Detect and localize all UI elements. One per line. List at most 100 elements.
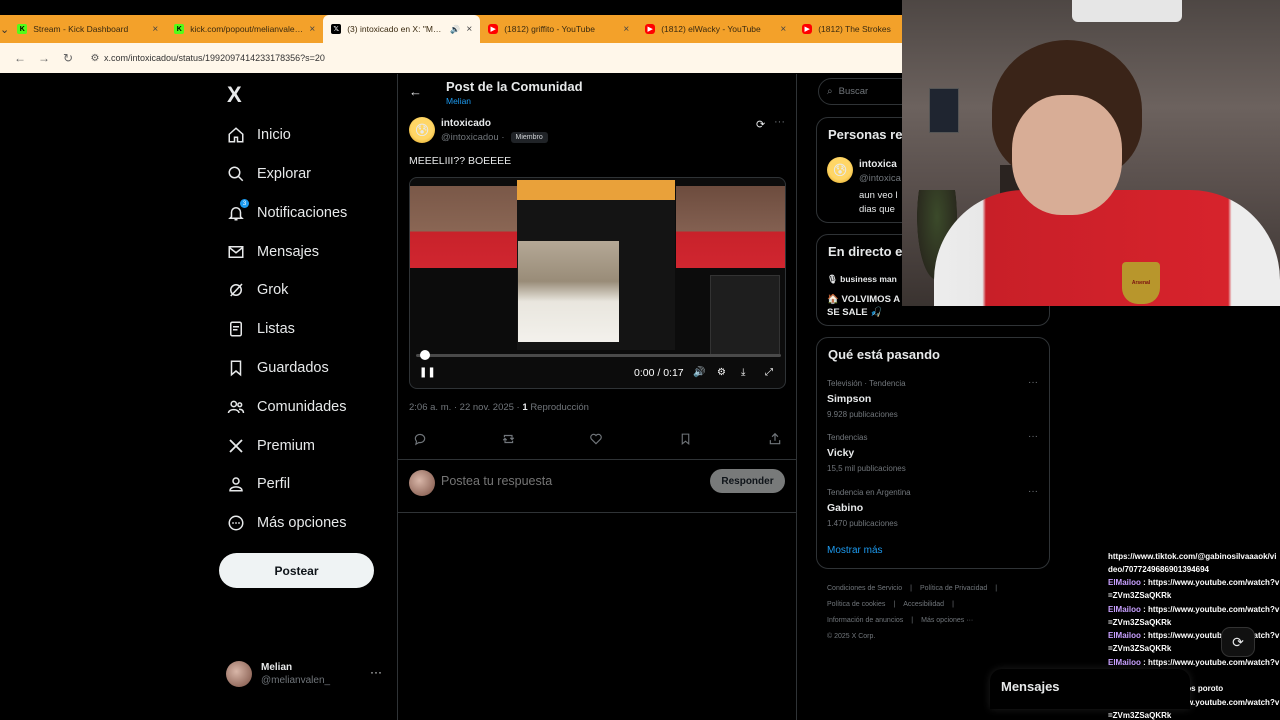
avatar[interactable]: 😰	[409, 117, 435, 143]
yt-favicon-icon: ▶	[488, 24, 499, 34]
main-column: ← Post de la Comunidad Melian 😰 intoxica…	[397, 74, 797, 720]
nav-item-bookmarks[interactable]: Guardados	[227, 355, 329, 381]
nav-item-premium[interactable]: Premium	[227, 433, 315, 459]
forward-arrow-icon[interactable]: →	[32, 51, 56, 65]
heart-icon[interactable]	[589, 432, 603, 446]
grok-floating-icon[interactable]: ⟳	[1221, 627, 1255, 657]
post-actions	[409, 432, 786, 450]
video-scrubber-handle[interactable]	[420, 350, 430, 360]
download-icon[interactable]: ⤓	[741, 367, 745, 378]
live-host[interactable]: 🎙 business man	[827, 274, 897, 285]
arsenal-crest-icon: Arsenal	[1122, 262, 1160, 304]
grok-icon[interactable]: ⟳	[756, 118, 765, 131]
post-button[interactable]: Postear	[219, 553, 374, 588]
back-arrow-icon[interactable]: ←	[8, 51, 32, 65]
yt-favicon-icon: ▶	[645, 24, 656, 34]
reply-icon[interactable]	[413, 432, 427, 446]
avatar[interactable]: 😰	[827, 157, 853, 183]
more-dots-icon[interactable]: ···	[370, 665, 382, 679]
trend-name: Simpson	[827, 393, 872, 405]
footer-link[interactable]: Condiciones de Servicio	[827, 585, 902, 592]
nav-item-more[interactable]: Más opciones	[227, 510, 346, 536]
speaker-icon[interactable]: 🔊	[450, 25, 460, 34]
footer-link[interactable]: Política de cookies	[827, 601, 885, 608]
account-switcher[interactable]: Melian @melianvalen_ ···	[226, 659, 386, 689]
nav-label: Más opciones	[257, 515, 347, 531]
close-icon[interactable]: ×	[152, 24, 158, 35]
video-frame-cam-center	[518, 241, 619, 342]
author-handle[interactable]: @intoxicadou ·	[441, 132, 505, 143]
browser-tab[interactable]: K Stream - Kick Dashboard ×	[9, 15, 166, 43]
tab-title: (1812) griffito - YouTube	[504, 24, 595, 34]
webcam-face	[1012, 95, 1122, 215]
reload-icon[interactable]: ↻	[56, 51, 80, 65]
footer-link[interactable]: Accesibilidad	[903, 601, 944, 608]
trend-name: Vicky	[827, 447, 855, 459]
footer-link[interactable]: Información de anuncios	[827, 617, 903, 624]
more-dots-icon[interactable]: ···	[774, 116, 785, 128]
nav-item-profile[interactable]: Perfil	[227, 471, 290, 497]
close-icon[interactable]: ×	[466, 24, 472, 35]
back-arrow-icon[interactable]: ←	[409, 84, 422, 99]
post-text: MEEELIII?? BOEEEE	[409, 155, 512, 167]
url-field[interactable]: ⚙ x.com/intoxicadou/status/1992097414233…	[86, 47, 896, 69]
video-frame-browser	[517, 180, 675, 200]
footer-link[interactable]: Política de Privacidad	[920, 585, 987, 592]
video-scrubber[interactable]	[416, 354, 781, 357]
nav-item-home[interactable]: Inicio	[227, 122, 291, 148]
yt-favicon-icon: ▶	[802, 24, 813, 34]
tab-title: kick.com/popout/melianvalen/c	[190, 24, 304, 34]
reply-input[interactable]	[441, 471, 691, 491]
related-name[interactable]: intoxica	[859, 159, 897, 170]
nav-item-notifications[interactable]: 3 Notificaciones	[227, 199, 347, 226]
close-icon[interactable]: ×	[780, 24, 786, 35]
site-settings-icon[interactable]: ⚙	[86, 53, 104, 64]
show-more-link[interactable]: Mostrar más	[827, 545, 883, 556]
webcam-air-conditioner	[1072, 0, 1182, 22]
gear-icon[interactable]: ⚙	[717, 367, 726, 378]
video-frame-window	[710, 275, 780, 355]
nav-item-messages[interactable]: Mensajes	[227, 239, 319, 265]
more-dots-icon[interactable]: ···	[1028, 486, 1038, 497]
browser-tab[interactable]: ▶ (1812) griffito - YouTube ×	[480, 15, 637, 43]
post-timestamp[interactable]: 2:06 a. m. · 22 nov. 2025 ·	[409, 402, 520, 413]
pause-icon[interactable]: ❚❚	[419, 367, 436, 378]
nav-label: Perfil	[257, 476, 291, 492]
fullscreen-icon[interactable]: ⤢	[765, 367, 773, 378]
search-icon: ⌕	[827, 86, 833, 97]
reply-button[interactable]: Responder	[710, 469, 785, 493]
browser-tab[interactable]: 𝕏 (3) intoxicado en X: "MEEE 🔊 ×	[323, 15, 481, 43]
video-player[interactable]: ❚❚ 0:00 / 0:17 🔊 ⚙ ⤓ ⤢	[409, 177, 786, 389]
tab-title: (1812) elWacky - YouTube	[661, 24, 761, 34]
browser-tab[interactable]: ▶ (1812) elWacky - YouTube ×	[637, 15, 794, 43]
bookmark-icon[interactable]	[679, 432, 692, 446]
browser-tab[interactable]: Kkick.com/popout/melianvalen/c ×	[166, 15, 323, 43]
more-dots-icon[interactable]: ···	[1028, 431, 1038, 442]
community-link[interactable]: Melian	[446, 96, 471, 106]
nav-item-grok[interactable]: Grok	[227, 277, 288, 303]
tab-search-chevron-icon[interactable]: ⌄	[0, 15, 9, 43]
nav-label: Explorar	[257, 166, 311, 182]
close-icon[interactable]: ×	[309, 24, 315, 35]
author-name[interactable]: intoxicado	[441, 118, 491, 129]
trend-item[interactable]: Tendencia en Argentina Gabino 1.470 publ…	[827, 486, 1042, 528]
volume-icon[interactable]: 🔊	[693, 367, 705, 378]
nav-label: Mensajes	[257, 244, 320, 260]
x-favicon-icon: 𝕏	[331, 24, 342, 34]
x-logo-icon[interactable]: X	[227, 82, 242, 108]
trend-name: Gabino	[827, 502, 864, 514]
share-icon[interactable]	[768, 432, 782, 446]
footer-link[interactable]: Más opciones ···	[921, 617, 973, 624]
grok-icon	[227, 281, 245, 299]
nav-item-explore[interactable]: Explorar	[227, 161, 311, 187]
nav-item-communities[interactable]: Comunidades	[227, 394, 346, 420]
more-dots-icon[interactable]: ···	[1028, 377, 1038, 388]
messages-drawer[interactable]: Mensajes	[990, 669, 1190, 709]
nav-item-lists[interactable]: Listas	[227, 316, 295, 342]
tab-title: (3) intoxicado en X: "MEEE	[347, 24, 447, 34]
close-icon[interactable]: ×	[623, 24, 629, 35]
trend-item[interactable]: Tendencias Vicky 15,5 mil publicaciones …	[827, 431, 1042, 473]
trend-item[interactable]: Televisión · Tendencia Simpson 9.928 pub…	[827, 377, 1042, 419]
repost-icon[interactable]	[501, 432, 516, 446]
panel-title: En directo e	[828, 244, 903, 259]
